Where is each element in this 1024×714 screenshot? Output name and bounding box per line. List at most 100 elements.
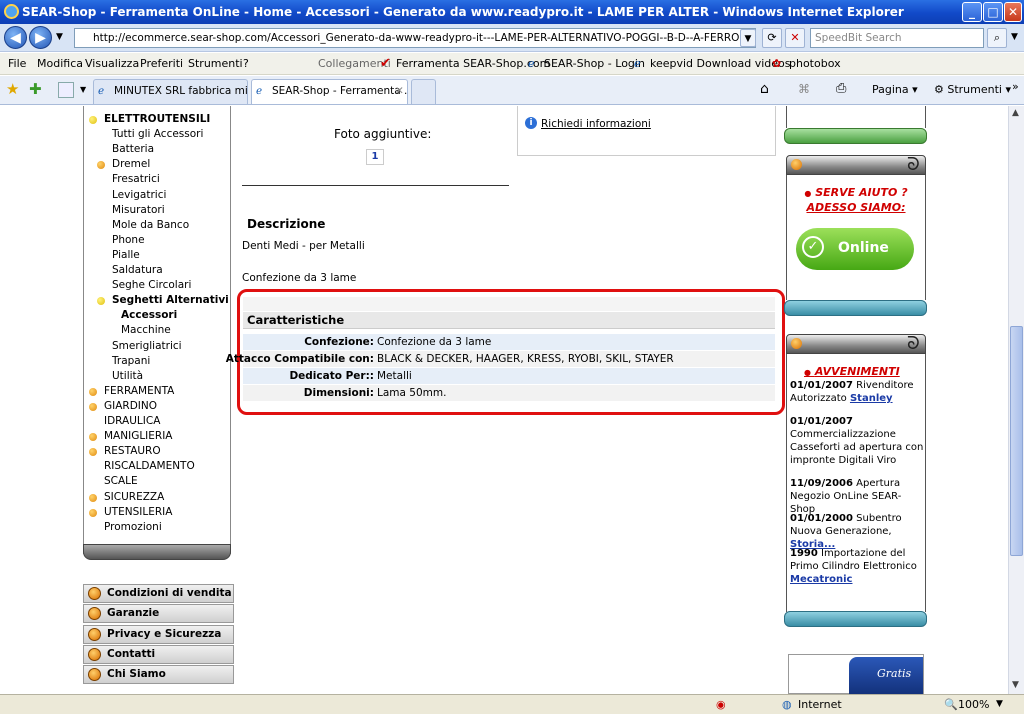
bullet-icon xyxy=(89,433,97,441)
close-button[interactable]: ✕ xyxy=(1004,2,1022,22)
feature-row: Dimensioni: Lama 50mm. xyxy=(243,385,775,401)
ie-logo-icon xyxy=(4,4,19,19)
vertical-scrollbar[interactable]: ▲ ▼ xyxy=(1008,106,1024,694)
menu-file[interactable]: File xyxy=(8,53,26,75)
menu-tools[interactable]: Strumenti xyxy=(188,53,243,75)
privacy-icon[interactable]: ◉ xyxy=(716,695,726,714)
bullet-icon xyxy=(89,448,97,456)
refresh-icon[interactable]: ⟳ xyxy=(762,28,782,48)
address-input[interactable]: http://ecommerce.sear-shop.com/Accessori… xyxy=(74,28,756,48)
info-link-button[interactable]: Contatti xyxy=(83,644,234,664)
forward-arrow-icon[interactable]: ▶ xyxy=(29,26,52,49)
print-icon[interactable]: ⎙ xyxy=(836,81,846,96)
favorites-star-icon[interactable]: ★ xyxy=(6,80,19,98)
zoom-icon: 🔍 xyxy=(944,698,958,711)
menu-help[interactable]: ? xyxy=(243,53,249,75)
security-zone-label: Internet xyxy=(798,698,842,711)
category-item[interactable]: Mole da Banco xyxy=(112,219,189,231)
tab-sear-shop[interactable]: ℯ SEAR-Shop - Ferramenta ... ✕ xyxy=(251,79,408,104)
scroll-down-icon[interactable]: ▼ xyxy=(1012,680,1019,690)
right-panel-top xyxy=(786,106,926,128)
zoom-level[interactable]: 100% xyxy=(958,695,989,714)
quick-tabs-icon[interactable] xyxy=(58,82,74,98)
info-link-button[interactable]: Privacy e Sicurezza xyxy=(83,624,234,644)
tab-close-icon[interactable]: ✕ xyxy=(395,80,404,103)
search-dropdown-icon[interactable]: ▼ xyxy=(1011,32,1018,42)
tab-minutex[interactable]: ℯ MINUTEX SRL fabbrica minut... xyxy=(93,79,248,104)
history-dropdown-icon[interactable]: ▼ xyxy=(56,32,63,42)
category-item[interactable]: RESTAURO xyxy=(104,445,161,457)
hook-icon: ᘐ xyxy=(907,333,920,354)
category-item[interactable]: ELETTROUTENSILI xyxy=(104,113,210,125)
home-icon[interactable]: ⌂ xyxy=(760,81,769,97)
search-input[interactable]: SpeedBit Search xyxy=(810,28,984,48)
category-item[interactable]: Seghe Circolari xyxy=(112,279,191,291)
online-status-button[interactable]: ✓ Online xyxy=(796,228,914,270)
category-item[interactable]: Accessori xyxy=(121,309,177,321)
category-item[interactable]: GIARDINO xyxy=(104,400,157,412)
info-link-button[interactable]: Chi Siamo xyxy=(83,665,234,685)
link-keepvid[interactable]: keepvid Download videos xyxy=(650,53,791,75)
category-item[interactable]: Fresatrici xyxy=(112,173,160,185)
category-item[interactable]: Pialle xyxy=(112,249,140,261)
category-item[interactable]: Macchine xyxy=(121,324,171,336)
category-item[interactable]: IDRAULICA xyxy=(104,415,160,427)
category-item[interactable]: Trapani xyxy=(112,355,150,367)
category-item[interactable]: MANIGLIERIA xyxy=(104,430,173,442)
category-item[interactable]: Batteria xyxy=(112,143,154,155)
menu-view[interactable]: Visualizza xyxy=(85,53,139,75)
category-item[interactable]: Dremel xyxy=(112,158,150,170)
event-link[interactable]: Stanley xyxy=(850,393,893,404)
bullet-icon xyxy=(89,403,97,411)
promo-banner[interactable]: Gratis xyxy=(788,654,924,694)
link-photobox[interactable]: photobox xyxy=(789,53,841,75)
maximize-button[interactable]: □ xyxy=(983,2,1003,22)
minimize-button[interactable]: _ xyxy=(962,2,982,22)
menu-favorites[interactable]: Preferiti xyxy=(140,53,183,75)
stop-icon[interactable]: ✕ xyxy=(785,28,805,48)
new-tab-button[interactable] xyxy=(411,79,436,104)
scrollbar-thumb[interactable] xyxy=(1010,326,1023,556)
photobox-icon: ✿ xyxy=(772,57,782,70)
zoom-dropdown-icon[interactable]: ▼ xyxy=(996,695,1003,714)
chevron-right-icon[interactable]: » xyxy=(1012,80,1019,93)
category-item[interactable]: Saldatura xyxy=(112,264,163,276)
events-panel-header: ᘐ xyxy=(786,333,926,354)
category-item[interactable]: Promozioni xyxy=(104,521,162,533)
category-item[interactable]: Phone xyxy=(112,234,145,246)
bullet-icon xyxy=(88,587,101,600)
scroll-up-icon[interactable]: ▲ xyxy=(1012,108,1019,118)
status-bar: ◉ ◍ Internet 🔍 100% ▼ xyxy=(0,694,1024,714)
menu-edit[interactable]: Modifica xyxy=(37,53,83,75)
category-item[interactable]: Tutti gli Accessori xyxy=(112,128,203,140)
feeds-icon[interactable]: ⌘ xyxy=(798,82,810,96)
request-info-link[interactable]: Richiedi informazioni xyxy=(541,118,651,130)
category-item[interactable]: Seghetti Alternativi xyxy=(112,294,229,306)
category-item[interactable]: Smerigliatrici xyxy=(112,340,182,352)
info-link-button[interactable]: Garanzie xyxy=(83,604,234,624)
category-item[interactable]: Utilità xyxy=(112,370,143,382)
back-arrow-icon[interactable]: ◀ xyxy=(4,26,27,49)
add-favorite-icon[interactable]: ✚ xyxy=(29,80,42,98)
photo-page-link[interactable]: 1 xyxy=(366,149,384,165)
tools-menu[interactable]: ⚙ Strumenti ▾ xyxy=(934,83,1011,96)
category-item[interactable]: SCALE xyxy=(104,475,138,487)
info-link-button[interactable]: Condizioni di vendita xyxy=(83,584,234,603)
tab-list-dropdown-icon[interactable]: ▼ xyxy=(80,85,86,94)
page-menu[interactable]: Pagina ▾ xyxy=(872,83,918,96)
category-item[interactable]: Misuratori xyxy=(112,204,165,216)
feature-value: BLACK & DECKER, HAAGER, KRESS, RYOBI, SK… xyxy=(377,353,674,365)
category-item[interactable]: UTENSILERIA xyxy=(104,506,172,518)
info-icon: i xyxy=(525,117,537,129)
link-login[interactable]: SEAR-Shop - Login xyxy=(544,53,645,75)
page-icon: ℯ xyxy=(528,57,535,70)
bullet-icon xyxy=(88,647,101,661)
category-item[interactable]: Levigatrici xyxy=(112,189,166,201)
event-item: 01/01/2000 Subentro Nuova Generazione, S… xyxy=(790,512,924,551)
category-item[interactable]: FERRAMENTA xyxy=(104,385,174,397)
category-item[interactable]: RISCALDAMENTO xyxy=(104,460,195,472)
category-item[interactable]: SICUREZZA xyxy=(104,491,164,503)
address-dropdown-icon[interactable]: ▼ xyxy=(740,29,756,47)
search-icon[interactable]: ⌕ xyxy=(987,28,1007,48)
event-link[interactable]: Mecatronic xyxy=(790,574,852,585)
